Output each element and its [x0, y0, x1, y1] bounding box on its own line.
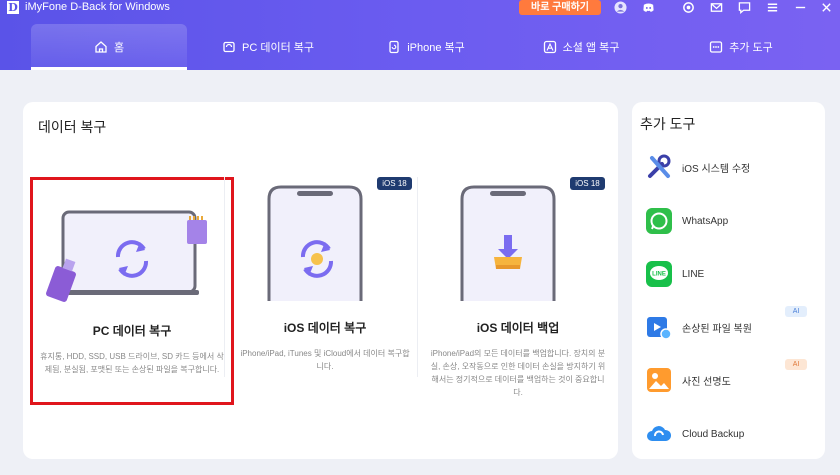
repair-tools-icon [645, 153, 673, 181]
tab-iphone-recovery[interactable]: iPhone 복구 [366, 24, 486, 70]
option-description: iPhone/iPad의 모든 데이터를 백업합니다. 장치의 분실, 손상, … [430, 349, 606, 397]
tab-pc-recovery[interactable]: PC 데이터 복구 [203, 24, 333, 70]
data-recovery-panel: 데이터 복구 PC 데이터 복구 휴지통, HDD, SSD, USB 드라이브… [23, 102, 618, 459]
tab-home[interactable]: 홈 [31, 24, 187, 70]
tool-label: LINE [682, 268, 705, 280]
tool-label: 손상된 파일 복원 [682, 323, 752, 335]
title-bar: D iMyFone D-Back for Windows 바로 구매하기 [0, 0, 840, 16]
pc-icon [223, 41, 235, 53]
tab-label: 추가 도구 [729, 42, 773, 54]
whatsapp-icon [645, 207, 673, 235]
avatar-icon[interactable] [612, 0, 628, 14]
ios-data-backup-card[interactable]: iOS 18 iOS 데이터 백업 iPhone/iPad의 모든 데이터를 백… [423, 177, 613, 405]
tab-social-recovery[interactable]: 소셜 앱 복구 [526, 24, 636, 70]
tool-label: WhatsApp [682, 215, 729, 227]
app-title: iMyFone D-Back for Windows [25, 1, 170, 13]
app-logo: D [7, 1, 19, 14]
divider [417, 177, 418, 377]
ios-version-badge: iOS 18 [570, 177, 605, 190]
tab-label: 홈 [113, 42, 125, 54]
menu-icon[interactable] [764, 0, 780, 14]
tool-line[interactable]: LINE LINE [645, 259, 820, 289]
main-tabs: 홈 PC 데이터 복구 iPhone 복구 소셜 앱 복구 추가 도구 [31, 24, 840, 70]
tool-label: 사진 선명도 [682, 376, 731, 388]
tool-cloud-backup[interactable]: Cloud Backup [645, 419, 820, 449]
option-description: 휴지통, HDD, SSD, USB 드라이브, SD 카드 등에서 삭제됨, … [40, 352, 224, 374]
ai-badge: AI [785, 306, 807, 317]
option-title: iOS 데이터 복구 [283, 321, 367, 335]
tab-label: PC 데이터 복구 [242, 42, 314, 54]
tool-ios-system-repair[interactable]: iOS 시스템 수정 [645, 152, 820, 182]
option-description: iPhone/iPad, iTunes 및 iCloud에서 데이터 복구합니다… [240, 349, 410, 371]
close-icon[interactable] [818, 0, 834, 14]
buy-now-button[interactable]: 바로 구매하기 [519, 0, 601, 15]
home-icon [95, 41, 107, 53]
settings-icon[interactable] [680, 0, 696, 14]
ai-badge: AI [785, 359, 807, 370]
section-title: 데이터 복구 [38, 119, 107, 135]
mail-icon[interactable] [708, 0, 724, 14]
tab-label: iPhone 복구 [407, 42, 465, 54]
svg-text:LINE: LINE [652, 272, 666, 278]
laptop-recovery-icon [46, 210, 207, 302]
extra-tools-panel: 추가 도구 iOS 시스템 수정 WhatsApp LINE LINE 손상된 … [632, 102, 825, 459]
tool-whatsapp[interactable]: WhatsApp [645, 206, 820, 236]
video-repair-icon [645, 313, 673, 341]
discord-icon[interactable] [640, 0, 656, 14]
line-icon: LINE [645, 260, 673, 288]
iphone-backup-icon [460, 185, 556, 301]
ios-version-badge: iOS 18 [377, 177, 412, 190]
option-title: iOS 데이터 백업 [476, 321, 560, 335]
iphone-icon [389, 40, 399, 54]
option-title: PC 데이터 복구 [92, 324, 172, 338]
tab-extra-tools[interactable]: 추가 도구 [691, 24, 791, 70]
divider [224, 177, 225, 377]
tool-label: Cloud Backup [682, 428, 745, 440]
chat-icon[interactable] [736, 0, 752, 14]
tool-label: iOS 시스템 수정 [682, 163, 751, 175]
cloud-icon [645, 420, 673, 448]
tab-label: 소셜 앱 복구 [562, 42, 620, 54]
photo-enhance-icon [645, 366, 673, 394]
pc-data-recovery-card[interactable]: PC 데이터 복구 휴지통, HDD, SSD, USB 드라이브, SD 카드… [30, 177, 234, 405]
minimize-icon[interactable] [792, 0, 808, 14]
ios-data-recovery-card[interactable]: iOS 18 iOS 데이터 복구 iPhone/iPad, iTunes 및 … [231, 177, 419, 405]
social-app-icon [543, 40, 556, 54]
toolbox-icon [710, 41, 723, 53]
header-bar: D iMyFone D-Back for Windows 바로 구매하기 홈 P… [0, 0, 840, 70]
side-title: 추가 도구 [640, 116, 696, 132]
iphone-recovery-icon [267, 185, 363, 301]
